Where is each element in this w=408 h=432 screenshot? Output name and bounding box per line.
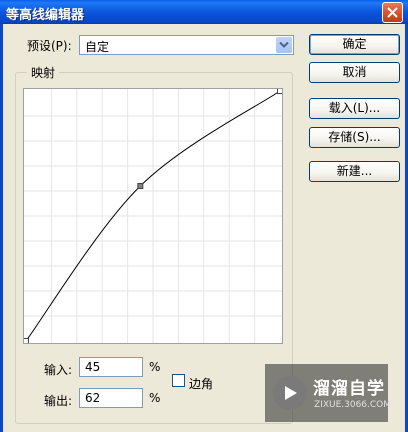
input-field[interactable]: 45 [79, 357, 143, 377]
input-unit: % [149, 360, 161, 374]
contour-editor-dialog: 等高线编辑器 预设(P): 自定 映射 输入: 45 % 边角 输出: 62 %… [0, 0, 408, 432]
watermark-name: 溜溜自学 [313, 379, 385, 399]
corner-checkbox[interactable] [172, 374, 185, 387]
window-frame-left [0, 24, 3, 432]
curve-control-point[interactable] [277, 89, 283, 94]
curve-canvas[interactable] [24, 89, 282, 343]
preset-label: 预设(P): [27, 39, 72, 53]
play-icon [285, 386, 297, 400]
preset-dropdown-button[interactable] [276, 37, 292, 53]
curve-control-point[interactable] [137, 183, 144, 189]
output-label: 输出: [44, 394, 73, 408]
watermark-url: ZIXUE.3066.COM [314, 400, 392, 410]
watermark: 溜溜自学 ZIXUE.3066.COM [265, 364, 392, 422]
preset-select[interactable]: 自定 [79, 35, 294, 55]
preset-value: 自定 [85, 40, 110, 54]
output-field[interactable]: 62 [79, 388, 143, 408]
watermark-logo [273, 376, 307, 410]
title-bar[interactable]: 等高线编辑器 [0, 0, 408, 24]
ok-button[interactable]: 确定 [309, 34, 400, 55]
output-unit: % [149, 391, 161, 405]
mapping-group-title: 映射 [27, 64, 60, 81]
curve-graph[interactable] [23, 88, 283, 344]
window-title: 等高线编辑器 [6, 8, 85, 23]
input-label: 输入: [44, 363, 73, 377]
output-value: 62 [85, 391, 101, 405]
close-button[interactable] [382, 2, 403, 23]
new-button[interactable]: 新建... [309, 161, 400, 182]
curve-control-point[interactable] [24, 338, 29, 344]
chevron-down-icon [279, 42, 289, 48]
input-value: 45 [85, 360, 101, 374]
cancel-button[interactable]: 取消 [309, 62, 400, 83]
close-icon [387, 7, 398, 18]
corner-label: 边角 [189, 377, 214, 391]
save-button[interactable]: 存储(S)... [309, 127, 400, 148]
load-button[interactable]: 载入(L)... [309, 98, 400, 119]
